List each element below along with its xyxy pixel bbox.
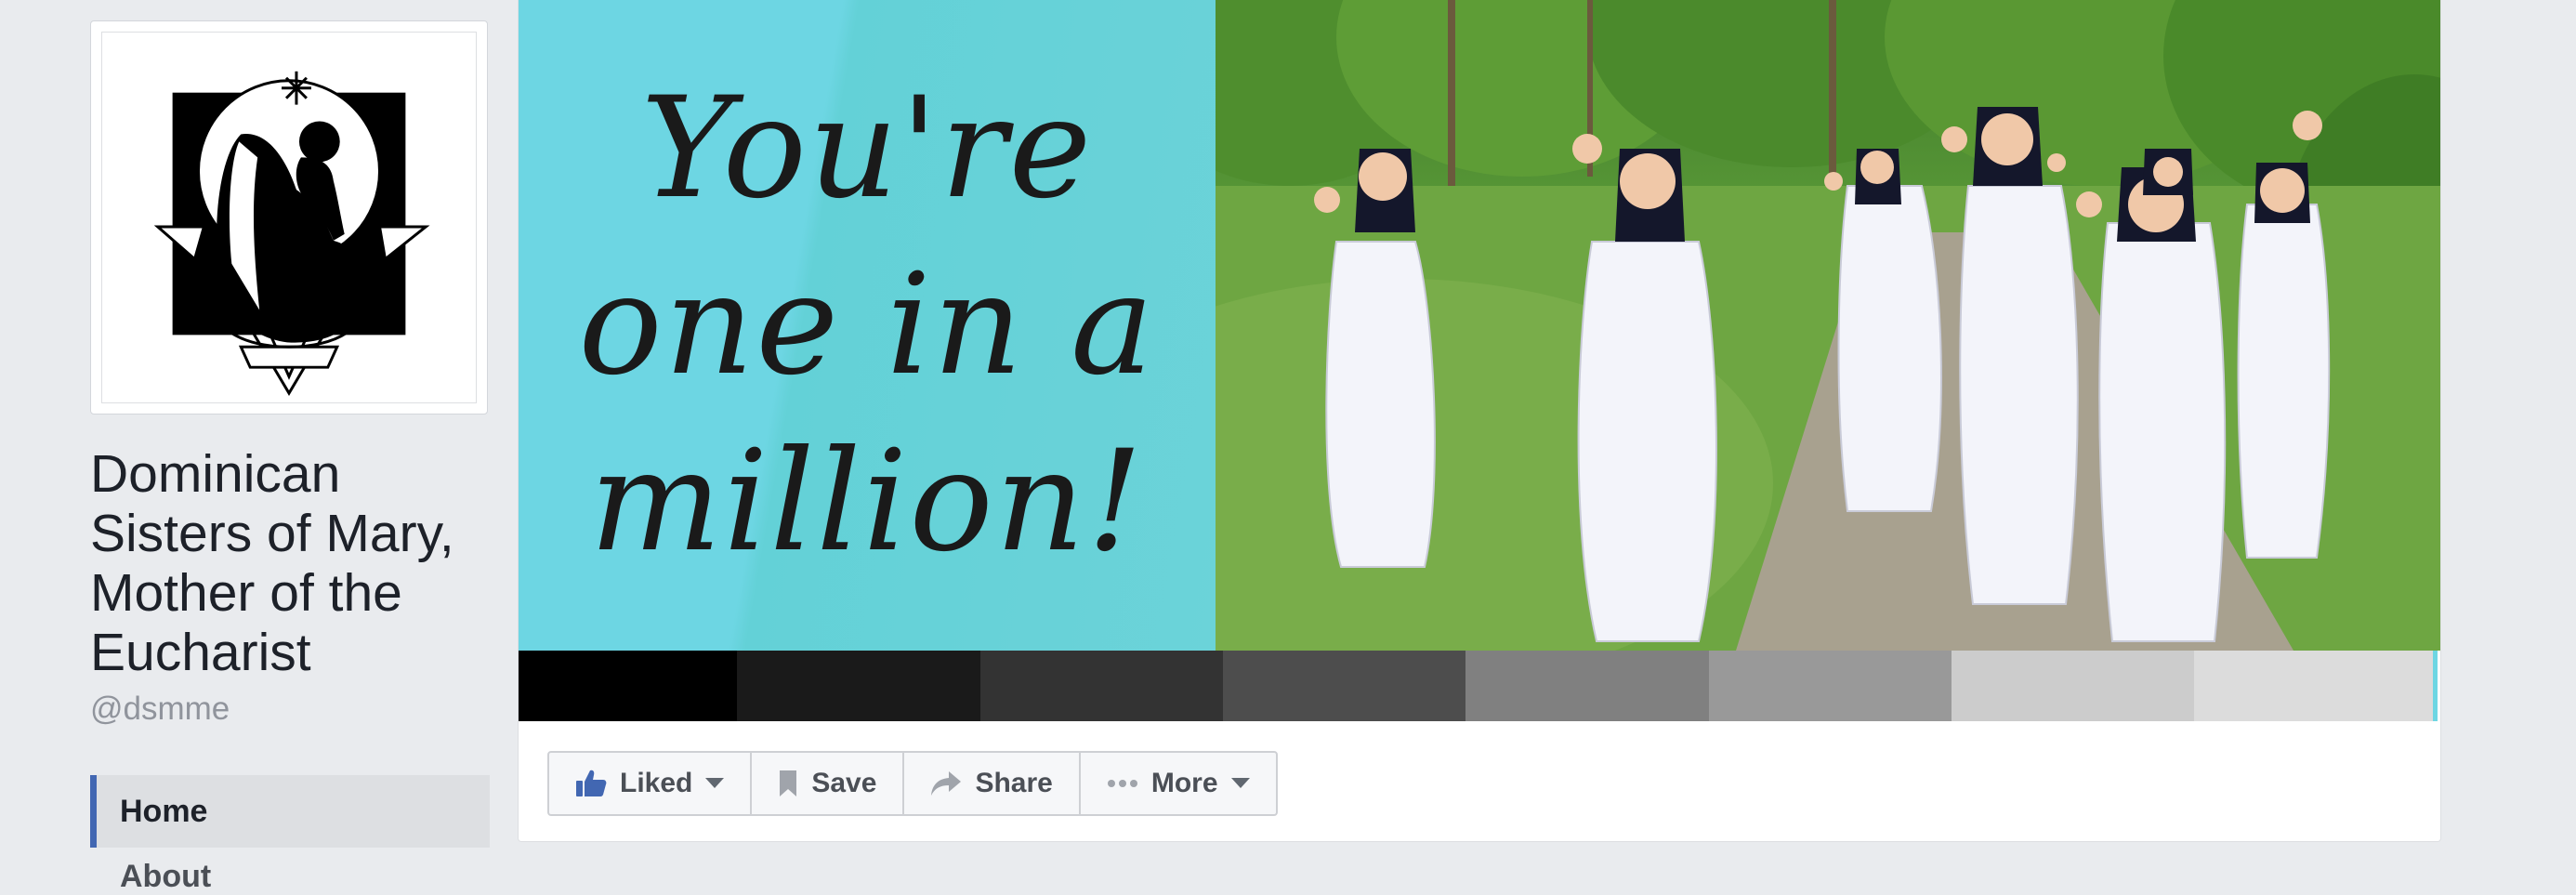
cover-text-panel[interactable]: You're one in a million! [519,0,1216,651]
page-action-bar: Liked Save Share More [547,751,1278,816]
save-button[interactable]: Save [752,753,905,814]
swatch [1952,651,2194,721]
caret-down-icon [705,778,725,789]
share-button-label: Share [975,768,1053,798]
page-title: Dominican Sisters of Mary, Mother of the… [90,444,454,682]
color-swatch-strip [519,651,2440,721]
profile-picture-frame[interactable] [90,20,488,415]
swatch [2194,651,2438,721]
cover-slogan: You're one in a million! [519,0,1216,651]
swatch [1465,651,1709,721]
share-button[interactable]: Share [904,753,1081,814]
share-arrow-icon [930,770,962,796]
profile-picture[interactable] [101,32,477,403]
save-button-label: Save [811,768,877,798]
swatch [737,651,980,721]
nav-item-home-label: Home [120,793,208,829]
more-button-label: More [1150,768,1218,798]
thumbs-up-icon [575,769,607,798]
swatch [519,651,737,721]
cover-photo[interactable] [1216,0,2440,651]
liked-button[interactable]: Liked [549,753,753,814]
more-button[interactable]: More [1081,753,1276,814]
order-crest-logo [153,71,430,396]
cover-slogan-line-3: million! [589,421,1145,583]
swatch [1709,651,1952,721]
nav-item-about-label: About [120,859,212,894]
sisters-walking-photo [1216,0,2440,651]
liked-button-label: Liked [620,768,693,798]
cover-slogan-line-2: one in a [578,244,1156,406]
bookmark-icon [778,770,798,797]
swatch [1223,651,1465,721]
nav-item-home[interactable]: Home [90,775,490,848]
page-handle[interactable]: @dsmme [90,691,230,728]
swatch [980,651,1223,721]
cover-card: You're one in a million! [518,0,2441,842]
nav-item-about[interactable]: About [90,859,490,894]
cover-slogan-line-1: You're [640,68,1094,230]
caret-down-icon [1230,778,1250,789]
more-dots-icon [1107,779,1138,788]
